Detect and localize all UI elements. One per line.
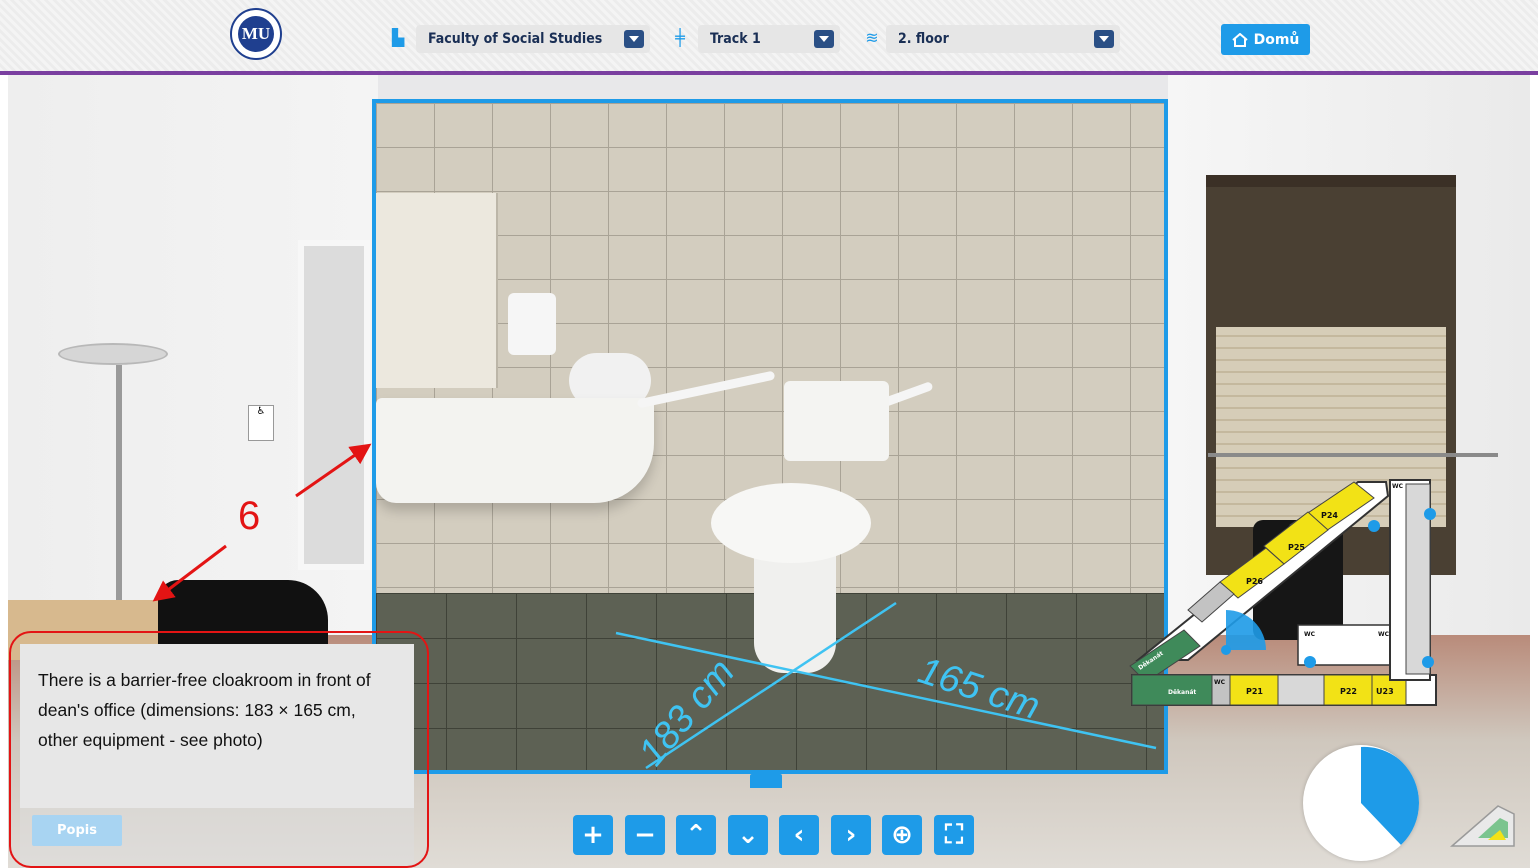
- look-left-button[interactable]: ‹: [779, 815, 819, 855]
- fullscreen-button[interactable]: ⛶: [934, 815, 974, 855]
- zoom-in-button[interactable]: +: [573, 815, 613, 855]
- look-right-button[interactable]: ›: [831, 815, 871, 855]
- room-label: WC: [1392, 483, 1404, 490]
- look-down-button[interactable]: ⌄: [728, 815, 768, 855]
- minimap-toggle-icon[interactable]: [1448, 800, 1520, 852]
- look-up-button[interactable]: ⌃: [676, 815, 716, 855]
- room-label: P22: [1340, 687, 1357, 696]
- room-label: WC: [1214, 679, 1226, 686]
- room-label: P24: [1321, 511, 1338, 520]
- annotation-frame: [9, 631, 429, 868]
- room-label: WC: [1304, 631, 1316, 638]
- photo-tab-handle[interactable]: [750, 774, 782, 788]
- room-label: P25: [1288, 543, 1305, 552]
- annotation-number: 6: [238, 494, 261, 538]
- room-label: WC: [1378, 631, 1390, 638]
- floorplan-minimap[interactable]: P24 P25 P26 P21 P22 U23 WC WC WC WC Děka…: [1128, 470, 1468, 710]
- room-label: P26: [1246, 577, 1263, 586]
- view-direction-radar[interactable]: [1303, 745, 1419, 861]
- room-label: Děkanát: [1168, 689, 1196, 696]
- room-label: U23: [1376, 687, 1394, 696]
- center-view-button[interactable]: ⊕: [882, 815, 922, 855]
- zoom-out-button[interactable]: −: [625, 815, 665, 855]
- room-label: P21: [1246, 687, 1263, 696]
